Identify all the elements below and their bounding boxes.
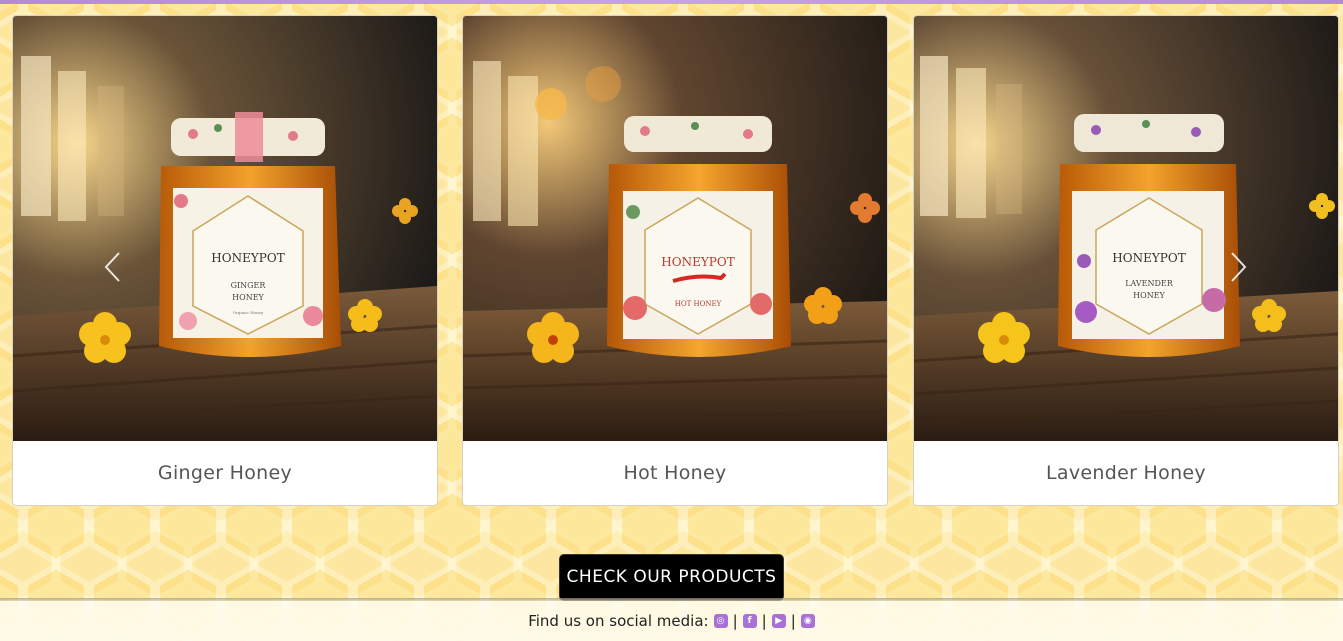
separator: | <box>732 612 738 630</box>
carousel-next-button[interactable] <box>1224 247 1254 287</box>
product-card-lavender-honey[interactable]: HONEYPOT LAVENDER HONEY Lavender Honey <box>913 15 1339 506</box>
chevron-left-icon <box>104 252 120 282</box>
product-image-hot-honey[interactable]: HONEYPOT HOT HONEY <box>463 16 887 441</box>
product-card-hot-honey[interactable]: HONEYPOT HOT HONEY Hot Honey <box>462 15 888 506</box>
product-title[interactable]: Hot Honey <box>463 441 887 505</box>
product-title[interactable]: Lavender Honey <box>914 441 1338 505</box>
youtube-icon[interactable]: ▶ <box>771 614 786 628</box>
check-products-button[interactable]: CHECK OUR PRODUCTS <box>558 554 785 601</box>
jar-label-line1: HOT HONEY <box>675 300 722 308</box>
jar-label-line2: HONEY <box>1133 291 1165 300</box>
jar-label-small: Organic Honey <box>233 310 264 315</box>
product-image-ginger-honey[interactable]: HONEYPOT GINGER HONEY Organic Honey <box>13 16 437 441</box>
jar-label-line1: GINGER <box>231 281 267 290</box>
footer-text: Find us on social media: <box>528 612 709 630</box>
top-accent-bar <box>0 0 1343 4</box>
facebook-icon[interactable]: f <box>742 614 757 628</box>
chevron-right-icon <box>1231 252 1247 282</box>
separator: | <box>790 612 796 630</box>
product-carousel[interactable]: HONEYPOT GINGER HONEY Organic Honey Ging… <box>0 15 1343 506</box>
product-image-lavender-honey[interactable]: HONEYPOT LAVENDER HONEY <box>914 16 1338 441</box>
separator: | <box>761 612 767 630</box>
product-title[interactable]: Ginger Honey <box>13 441 437 505</box>
jar-brand-text: HONEYPOT <box>211 251 284 265</box>
github-icon[interactable]: ◎ <box>713 614 728 628</box>
jar-brand-text: HONEYPOT <box>661 255 734 269</box>
jar-label-line2: HONEY <box>232 293 264 302</box>
jar-label-line1: LAVENDER <box>1125 279 1174 288</box>
product-card-ginger-honey[interactable]: HONEYPOT GINGER HONEY Organic Honey Ging… <box>12 15 438 506</box>
carousel-prev-button[interactable] <box>97 247 127 287</box>
cta-container: CHECK OUR PRODUCTS <box>0 554 1343 601</box>
jar-brand-text: HONEYPOT <box>1112 251 1185 265</box>
instagram-icon[interactable]: ◉ <box>800 614 815 628</box>
footer: Find us on social media: ◎ | f | ▶ | ◉ <box>0 601 1343 641</box>
